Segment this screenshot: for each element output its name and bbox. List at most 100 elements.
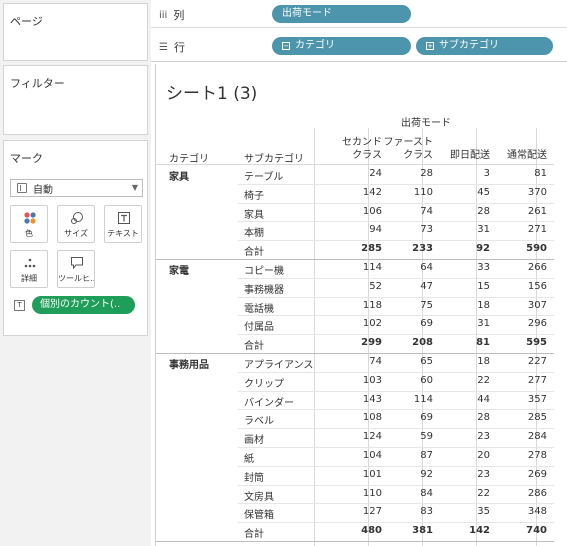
table-cell: 31	[477, 318, 490, 330]
category-label: 家具	[169, 172, 189, 183]
table-cell: 18	[477, 356, 490, 367]
row-divider	[238, 221, 554, 223]
columns-icon: iii	[159, 9, 168, 21]
table-cell: 23	[477, 468, 490, 480]
total-value: 299	[361, 337, 382, 349]
total-label: 合計	[244, 247, 264, 259]
table-cell: 69	[420, 412, 433, 424]
table-cell: 81	[534, 168, 547, 179]
filters-card[interactable]: フィルター	[3, 65, 148, 135]
tooltip-button[interactable]: ツールヒ…	[57, 250, 95, 288]
group-divider	[156, 259, 554, 260]
table-cell: 83	[420, 506, 433, 518]
row-divider	[238, 409, 554, 411]
mark-type-value: 自動	[33, 184, 53, 196]
subcategory-label: アプライアンス	[244, 360, 314, 371]
color-icon	[22, 211, 38, 225]
subcategory-label: 封筒	[244, 472, 264, 484]
table-cell: 127	[362, 506, 382, 518]
table-cell: 52	[369, 280, 382, 292]
columns-shelf[interactable]: iii 列 出荷モード	[151, 0, 567, 28]
color-button[interactable]: 色	[10, 205, 48, 243]
subcategory-label: 紙	[244, 454, 254, 465]
size-button[interactable]: サイズ	[57, 205, 95, 243]
total-value: 142	[469, 525, 490, 537]
subcategory-label: 保管箱	[244, 510, 274, 522]
expand-icon: +	[426, 42, 434, 50]
row-divider	[238, 522, 554, 524]
color-label: 色	[25, 229, 33, 238]
table-cell: 261	[527, 205, 547, 217]
header-divider	[156, 164, 554, 165]
table-cell: 266	[527, 262, 547, 273]
subcategory-label: 家具	[244, 209, 264, 221]
category-label: 家電	[169, 266, 189, 277]
table-cell: 278	[527, 450, 547, 461]
marks-title: マーク	[10, 152, 43, 165]
text-icon	[116, 211, 132, 225]
category-pill[interactable]: − カテゴリ	[272, 37, 411, 55]
table-cell: 227	[527, 356, 547, 367]
rows-shelf[interactable]: ☰ 行 − カテゴリ + サブカテゴリ	[151, 32, 567, 60]
subcategory-label: クリップ	[244, 378, 284, 390]
table-cell: 110	[362, 487, 382, 499]
sheet-view: シート1 (3) 出荷モード セカンド クラス ファースト クラス 即日配送 通常配送 カテゴ…	[155, 64, 567, 546]
table-cell: 75	[420, 299, 433, 311]
mark-type-dropdown[interactable]: 自動 ▼	[10, 179, 143, 197]
row-divider	[238, 183, 554, 185]
row-divider	[238, 503, 554, 505]
table-cell: 370	[527, 186, 547, 198]
table-cell: 143	[362, 393, 382, 405]
table-cell: 101	[362, 468, 382, 480]
subcategory-label: ラベル	[244, 416, 274, 428]
subcategory-label: テーブル	[244, 172, 284, 183]
tooltip-icon	[69, 256, 85, 270]
count-distinct-pill[interactable]: 個別のカウント(..	[32, 296, 135, 314]
row-divider	[238, 296, 554, 298]
table-cell: 94	[369, 224, 382, 236]
sheet-title: シート1 (3)	[166, 84, 258, 104]
table-cell: 18	[477, 299, 490, 311]
table-cell: 307	[527, 299, 547, 311]
subcategory-label: 付属品	[244, 322, 274, 334]
subcategory-label: バインダー	[244, 397, 294, 409]
table-cell: 156	[527, 280, 547, 292]
table-cell: 74	[369, 356, 382, 367]
row-divider	[238, 428, 554, 430]
total-value: 208	[412, 337, 433, 349]
table-cell: 31	[477, 224, 490, 236]
column-header: 即日配送	[450, 150, 490, 161]
subcategory-label: 椅子	[244, 190, 264, 202]
columns-shelf-label: iii 列	[159, 7, 184, 23]
table-cell: 110	[413, 186, 433, 198]
text-mark-icon: T	[14, 299, 25, 311]
table-cell: 286	[527, 487, 547, 499]
table-cell: 102	[362, 318, 382, 330]
total-label: 合計	[244, 341, 264, 353]
text-button[interactable]: テキスト	[104, 205, 142, 243]
total-value: 285	[361, 243, 382, 255]
table-cell: 28	[420, 168, 433, 179]
subcategory-pill-label: サブカテゴリ	[439, 40, 499, 51]
row-divider	[238, 277, 554, 279]
grid-vline	[314, 128, 315, 546]
table-cell: 45	[477, 186, 490, 198]
table-cell: 104	[362, 450, 382, 461]
ship-mode-pill[interactable]: 出荷モード	[272, 5, 411, 23]
table-cell: 92	[420, 468, 433, 480]
detail-button[interactable]: 詳細	[10, 250, 48, 288]
row-divider	[238, 202, 554, 204]
table-cell: 64	[420, 262, 433, 273]
total-value: 590	[526, 243, 547, 255]
table-cell: 65	[420, 356, 433, 367]
pages-card[interactable]: ページ	[3, 3, 148, 61]
marks-field-row: T 個別のカウント(..	[14, 296, 135, 314]
filters-title: フィルター	[10, 77, 65, 90]
mark-type-icon	[17, 183, 27, 193]
subcategory-label: 事務機器	[244, 284, 284, 296]
table-cell: 114	[413, 393, 433, 405]
subcategory-pill[interactable]: + サブカテゴリ	[416, 37, 553, 55]
row-divider	[238, 484, 554, 486]
table-cell: 28	[477, 412, 490, 424]
pages-title: ページ	[10, 15, 43, 28]
